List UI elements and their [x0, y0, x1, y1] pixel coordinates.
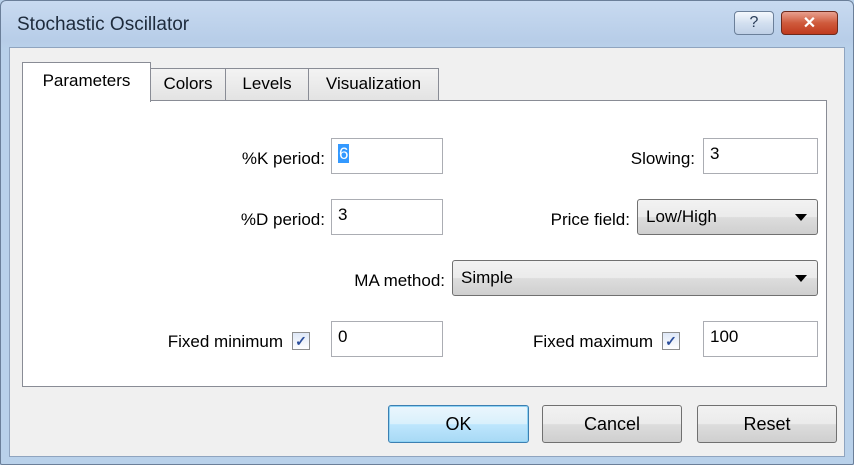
price-field-value: Low/High: [646, 207, 717, 226]
slowing-label: Slowing:: [630, 149, 695, 168]
tab-parameters[interactable]: Parameters: [22, 62, 151, 102]
tab-levels[interactable]: Levels: [225, 68, 309, 100]
chevron-down-icon: [795, 275, 807, 282]
close-icon: ✕: [802, 15, 817, 32]
help-icon: ?: [749, 14, 759, 31]
fixed-minimum-input[interactable]: 0: [331, 321, 443, 357]
k-period-label: %K period:: [241, 149, 325, 168]
fixed-maximum-checkbox[interactable]: ✓: [662, 332, 680, 350]
fixed-maximum-label: Fixed maximum: [533, 332, 653, 351]
ma-method-label: MA method:: [354, 271, 445, 290]
fixed-minimum-label: Fixed minimum: [167, 332, 283, 351]
ma-method-select[interactable]: Simple: [452, 260, 818, 296]
k-period-value: 6: [338, 144, 350, 163]
fixed-minimum-checkbox[interactable]: ✓: [292, 332, 310, 350]
tab-visualization[interactable]: Visualization: [308, 68, 439, 100]
fixed-maximum-input[interactable]: 100: [703, 321, 818, 357]
parameters-panel: %K period: 6 Slowing: 3 %D period: 3 Pri…: [22, 100, 827, 387]
d-period-label: %D period:: [240, 210, 325, 229]
dialog-client-area: Parameters Colors Levels Visualization %…: [9, 47, 845, 457]
chevron-down-icon: [795, 214, 807, 221]
dialog-window: Stochastic Oscillator ? ✕ Parameters Col…: [0, 0, 854, 465]
window-title: Stochastic Oscillator: [17, 14, 190, 35]
ok-button[interactable]: OK: [388, 405, 529, 443]
check-icon: ✓: [295, 333, 307, 349]
price-field-label: Price field:: [550, 210, 630, 229]
help-button[interactable]: ?: [734, 11, 774, 35]
slowing-input[interactable]: 3: [703, 138, 818, 174]
d-period-input[interactable]: 3: [331, 199, 443, 235]
reset-button[interactable]: Reset: [697, 405, 837, 443]
k-period-input[interactable]: 6: [331, 138, 443, 174]
title-bar[interactable]: Stochastic Oscillator ? ✕: [1, 1, 853, 47]
price-field-select[interactable]: Low/High: [637, 199, 818, 235]
cancel-button[interactable]: Cancel: [542, 405, 682, 443]
tab-colors[interactable]: Colors: [150, 68, 226, 100]
check-icon: ✓: [665, 333, 677, 349]
ma-method-value: Simple: [461, 268, 513, 287]
close-button[interactable]: ✕: [781, 11, 838, 35]
